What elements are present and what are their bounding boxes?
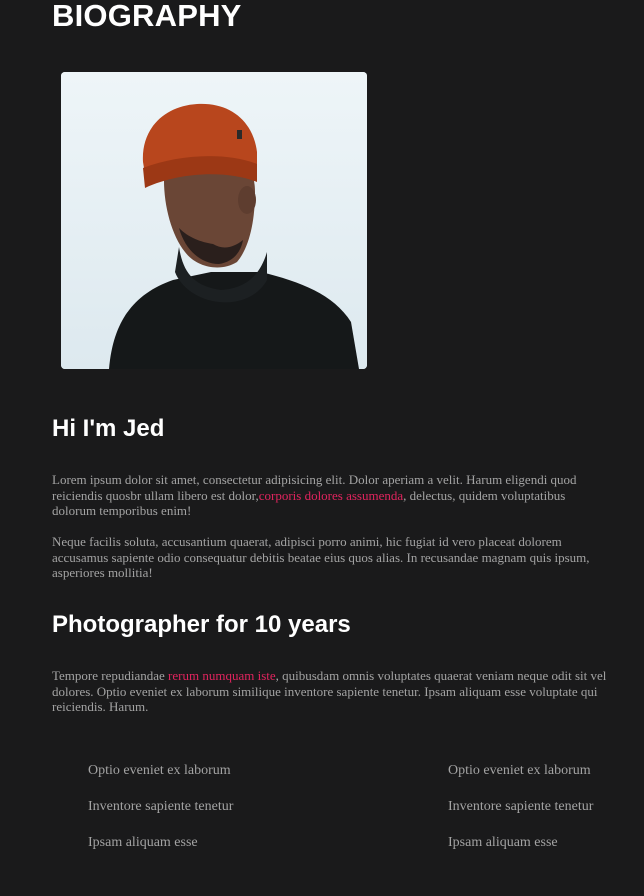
page-title: BIOGRAPHY <box>52 0 242 33</box>
experience-paragraph: Tempore repudiandae rerum numquam iste, … <box>52 668 607 715</box>
experience-text-start: Tempore repudiandae <box>52 668 169 683</box>
portrait-photo <box>61 72 367 369</box>
experience-link[interactable]: rerum numquam iste <box>168 668 276 683</box>
intro-paragraph-1: Lorem ipsum dolor sit amet, consectetur … <box>52 472 607 519</box>
intro-paragraph-2: Neque facilis soluta, accusantium quaera… <box>52 534 590 580</box>
list-item: Optio eveniet ex laborum <box>448 763 591 778</box>
skills-list-right: Optio eveniet ex laborum Inventore sapie… <box>448 762 593 870</box>
list-item: Optio eveniet ex laborum <box>88 763 231 778</box>
intro-link[interactable]: corporis dolores assumenda <box>259 488 403 503</box>
list-item: Inventore sapiente tenetur <box>88 799 234 814</box>
experience-heading: Photographer for 10 years <box>52 611 351 638</box>
list-item: Inventore sapiente tenetur <box>448 799 594 814</box>
skills-list-left: Optio eveniet ex laborum Inventore sapie… <box>88 762 233 870</box>
portrait-illustration <box>61 72 367 369</box>
intro-heading: Hi I'm Jed <box>52 415 165 442</box>
list-item: Ipsam aliquam esse <box>448 835 558 850</box>
list-item: Ipsam aliquam esse <box>88 835 198 850</box>
